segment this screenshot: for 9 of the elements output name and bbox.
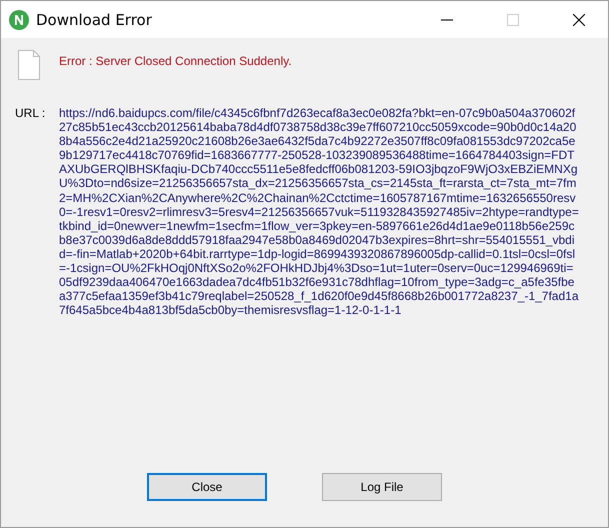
dialog-button[interactable]: Log File	[322, 473, 442, 501]
document-icon	[18, 50, 40, 80]
error-message: Error : Server Closed Connection Suddenly.	[59, 54, 292, 68]
close-icon[interactable]	[573, 14, 585, 26]
window-title: Download Error	[36, 10, 152, 28]
url-label: URL :	[15, 106, 46, 122]
dialog-button[interactable]: Close	[147, 473, 267, 501]
url-text: https://nd6.baidupcs.com/file/c4345c6fbnf7d263ecaf8a3ec0e082fa?bkt=en-07c9b0a504a370602f27c85b51ec43ccb20125614baba78d4df0738758d38c39e7ff607210cc5059xcode=90b0d0c14a208b4a556c2e4d21a25920c21608b26e3ae6432f5da7c4b92272e3507ff8c09fa081553dc97202ca5e9b129717ec4418c70769fid=1683667777-250528-103239089536488time=1664784403sign=FDTAXUbGERQlBHSKfaqiu-DCb740ccc5511e5e8fedcff06b081203-59IO3jbqzoF9WjO3xEBZiEMNXgU%3Dto=nd6size=21256356657sta_dx=21256356657sta_cs=2145sta_ft=rarsta_ct=7sta_mt=7fm2=MH%2CXian%2CAnywhere%2C%2Chainan%2Cctctime=1605787167mtime=1632656550resv0=-1resv1=0resv2=rlimresv3=5resv4=21256356657vuk=5119328435927485iv=2htype=randtype=tkbind_id=0newver=1newfm=1secfm=1flow_ver=3pkey=en-5897661e26d4d1ae9e0118b56e259cb8e37c0039d6a8de8ddd57918faa2947e58b0a8469d02047b3expires=8hrt=shr=554015551_vbdid=-fin=Matlab+2020b+64bit.rarrtype=1dp-logid=8699439320867896005dp-callid=0.1tsl=0csl=0fsl=-1csign=OU%2FkHOqj0NftXSo2o%2FOHkHDJbj4%3Dso=1ut=1uter=0serv=0uc=129946969ti=05df9239daa406470e1663dadea7dc4fb51b32f6e931c78dhflag=10from_type=3adg=c_a5fe35fbea377c5efaa1359ef3b41c79reqlabel=250528_f_1d620f0e9d45f8668b26b001772a8237_-1_7fad1a7f645a5bce4b4a813bf5da5cb0by=themisresvsflag=1-12-0-1-1-1	[59, 106, 579, 318]
app-logo-icon	[9, 10, 29, 30]
